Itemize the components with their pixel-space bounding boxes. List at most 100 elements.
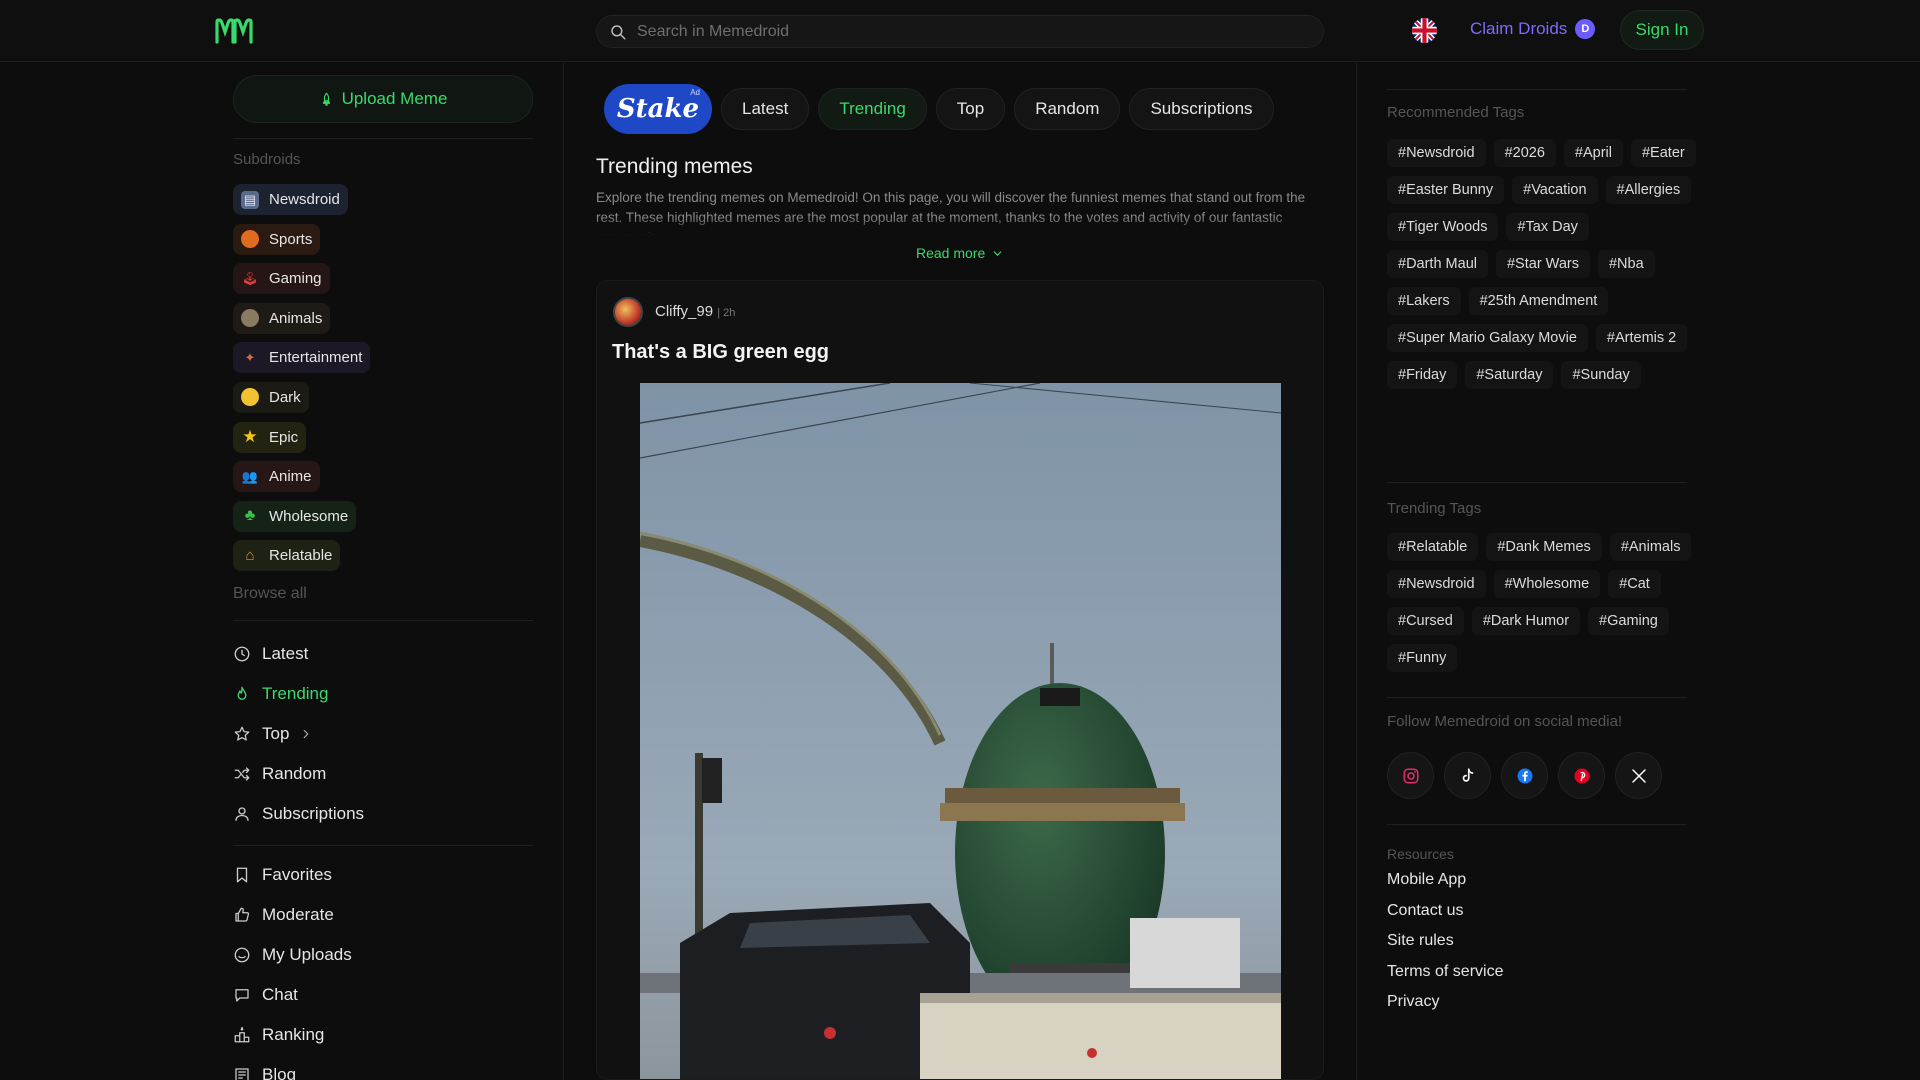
browse-all-link[interactable]: Browse all: [233, 585, 307, 603]
stake-ad-button[interactable]: Stake Ad: [604, 84, 712, 134]
tag-chip[interactable]: #Gaming: [1588, 607, 1669, 635]
tag-chip[interactable]: #Friday: [1387, 361, 1458, 389]
memedroid-logo-icon[interactable]: [215, 18, 253, 44]
joystick-icon: 🕹: [241, 270, 259, 286]
subdroid-wholesome[interactable]: ♣ Wholesome: [233, 500, 357, 532]
tab-trending[interactable]: Trending: [818, 88, 927, 130]
tab-subscriptions[interactable]: Subscriptions: [1129, 88, 1274, 130]
avatar[interactable]: [613, 297, 643, 327]
subdroid-dark[interactable]: Dark: [233, 381, 309, 413]
podium-icon: [234, 1026, 250, 1043]
tab-top[interactable]: Top: [935, 88, 1006, 130]
tag-chip[interactable]: #Wholesome: [1493, 570, 1601, 598]
resource-terms[interactable]: Terms of service: [1387, 962, 1503, 993]
resource-contact-us[interactable]: Contact us: [1387, 901, 1503, 932]
tag-chip[interactable]: #Star Wars: [1495, 250, 1590, 278]
tag-chip[interactable]: #Relatable: [1387, 533, 1479, 561]
nav-label: Trending: [262, 684, 329, 703]
tag-chip[interactable]: #Saturday: [1465, 361, 1554, 389]
resource-site-rules[interactable]: Site rules: [1387, 931, 1503, 962]
anime-people-icon: 👥: [241, 468, 259, 484]
search-input[interactable]: [637, 22, 1297, 41]
trending-tags: #Relatable #Dank Memes #Animals #Newsdro…: [1387, 533, 1697, 672]
tab-latest[interactable]: Latest: [721, 88, 810, 130]
subdroid-epic[interactable]: ★ Epic: [233, 421, 307, 453]
nav-random[interactable]: Random: [233, 754, 364, 794]
nav-my-uploads[interactable]: My Uploads: [233, 935, 352, 975]
tag-chip[interactable]: #Cursed: [1387, 607, 1464, 635]
tag-chip[interactable]: #Tiger Woods: [1387, 213, 1499, 241]
tag-chip[interactable]: #Funny: [1387, 644, 1458, 672]
nav-label: Random: [262, 764, 327, 783]
tag-chip[interactable]: #Dank Memes: [1486, 533, 1602, 561]
nav-label: Moderate: [262, 905, 334, 924]
tag-chip[interactable]: #Dark Humor: [1471, 607, 1581, 635]
nav-moderate[interactable]: Moderate: [233, 895, 352, 935]
post-title[interactable]: That's a BIG green egg: [612, 341, 829, 364]
nav-chat[interactable]: Chat: [233, 975, 352, 1015]
sign-in-button[interactable]: Sign In: [1620, 10, 1704, 50]
upload-meme-label: Upload Meme: [341, 89, 448, 108]
clover-icon: ♣: [244, 507, 256, 525]
subdroid-anime[interactable]: 👥 Anime: [233, 461, 320, 493]
uk-flag-icon[interactable]: [1412, 18, 1437, 43]
search-bar[interactable]: [596, 15, 1324, 48]
nav-subscriptions[interactable]: Subscriptions: [233, 794, 364, 834]
page-title: Trending memes: [596, 155, 753, 178]
subdroid-newsdroid[interactable]: ▤ Newsdroid: [233, 184, 348, 215]
top-header: Claim Droids D Sign In: [0, 0, 1920, 62]
nav-favorites[interactable]: Favorites: [233, 855, 352, 895]
divider: [233, 845, 533, 846]
nav-top[interactable]: Top: [233, 714, 364, 754]
nav-blog[interactable]: Blog: [233, 1055, 352, 1080]
bookmark-icon: [236, 867, 248, 883]
tag-chip[interactable]: #Eater: [1630, 139, 1696, 167]
tag-chip[interactable]: #Sunday: [1561, 361, 1641, 389]
x-link[interactable]: [1615, 752, 1662, 799]
meme-image[interactable]: [640, 383, 1281, 1079]
subdroid-label: Wholesome: [269, 507, 349, 525]
tag-chip[interactable]: #Animals: [1609, 533, 1692, 561]
nav-ranking[interactable]: Ranking: [233, 1015, 352, 1055]
tag-chip[interactable]: #April: [1563, 139, 1623, 167]
subdroid-relatable[interactable]: ⌂ Relatable: [233, 540, 341, 572]
resource-privacy[interactable]: Privacy: [1387, 992, 1503, 1023]
tag-chip[interactable]: #Newsdroid: [1387, 570, 1486, 598]
subdroid-gaming[interactable]: 🕹 Gaming: [233, 263, 330, 295]
search-icon: [611, 24, 626, 39]
tag-chip[interactable]: #Lakers: [1387, 287, 1461, 315]
read-more-button[interactable]: Read more: [916, 245, 1004, 261]
facebook-link[interactable]: [1501, 752, 1548, 799]
instagram-link[interactable]: [1387, 752, 1434, 799]
tiktok-link[interactable]: [1444, 752, 1491, 799]
pinterest-link[interactable]: [1558, 752, 1605, 799]
nav-latest[interactable]: Latest: [233, 634, 364, 674]
tag-chip[interactable]: #Easter Bunny: [1387, 176, 1505, 204]
nav-label: Subscriptions: [262, 804, 365, 823]
tag-chip[interactable]: #2026: [1493, 139, 1556, 167]
tab-random[interactable]: Random: [1014, 88, 1121, 130]
subdroid-entertainment[interactable]: ✦ Entertainment: [233, 342, 371, 374]
upload-meme-button[interactable]: Upload Meme: [233, 75, 533, 123]
subdroid-sports[interactable]: Sports: [233, 223, 321, 255]
tag-chip[interactable]: #Newsdroid: [1387, 139, 1486, 167]
stake-ad-label: Stake: [616, 94, 700, 124]
tag-chip[interactable]: #25th Amendment: [1468, 287, 1609, 315]
tag-chip[interactable]: #Cat: [1608, 570, 1661, 598]
tag-chip[interactable]: #Artemis 2: [1595, 324, 1688, 352]
resource-mobile-app[interactable]: Mobile App: [1387, 870, 1503, 901]
tag-chip[interactable]: #Allergies: [1605, 176, 1692, 204]
tag-chip[interactable]: #Nba: [1597, 250, 1655, 278]
newspaper-outline-icon: [235, 1068, 249, 1080]
tag-chip[interactable]: #Tax Day: [1506, 213, 1589, 241]
tag-chip[interactable]: #Super Mario Galaxy Movie: [1387, 324, 1588, 352]
subdroid-animals[interactable]: Animals: [233, 302, 331, 334]
nav-trending[interactable]: Trending: [233, 674, 364, 714]
tag-chip[interactable]: #Darth Maul: [1387, 250, 1488, 278]
subdroid-label: Animals: [269, 309, 323, 327]
thumbs-up-icon: [235, 907, 250, 922]
chat-icon: [235, 989, 249, 1002]
tag-chip[interactable]: #Vacation: [1512, 176, 1598, 204]
author-name[interactable]: Cliffy_99: [655, 303, 713, 320]
claim-droids-link[interactable]: Claim Droids D: [1470, 19, 1596, 39]
